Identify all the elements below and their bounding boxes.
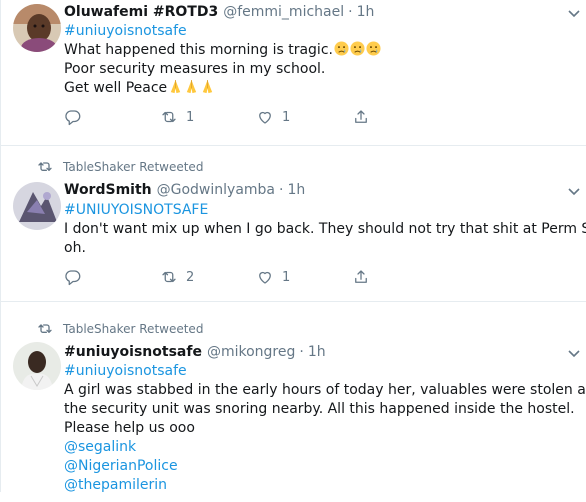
retweet-button[interactable]: 1	[160, 108, 256, 126]
tweet[interactable]: Oluwafemi #ROTD3 @femmi_michael · 1h #un…	[1, 0, 586, 146]
reply-icon	[65, 270, 81, 286]
retweet-icon	[162, 111, 176, 123]
text-line: Poor security measures in my school.	[64, 61, 326, 77]
retweet-button[interactable]: 2	[160, 268, 256, 286]
separator-dot: ·	[279, 182, 284, 198]
share-button[interactable]	[352, 108, 370, 126]
text-line: oh.	[64, 240, 86, 256]
retweet-icon	[38, 162, 52, 171]
heart-icon	[259, 271, 271, 284]
crying-face-icon	[334, 41, 349, 56]
avatar[interactable]	[13, 182, 61, 230]
avatar[interactable]	[13, 342, 61, 390]
like-count: 1	[282, 269, 291, 285]
chevron-down-icon[interactable]	[567, 6, 581, 20]
retweet-icon	[38, 324, 52, 333]
folded-hands-icon	[186, 79, 197, 94]
heart-icon	[259, 111, 271, 124]
user-handle[interactable]: @Godwinlyamba	[157, 182, 275, 198]
tweet-actions: 1 1	[64, 108, 370, 126]
mention-link[interactable]: @segalink	[64, 438, 577, 457]
tweet-text: #UNIUYOISNOTSAFE I don't want mix up whe…	[64, 201, 586, 258]
retweet-count: 1	[186, 109, 195, 125]
timestamp[interactable]: 1h	[357, 4, 375, 20]
separator-dot: ·	[299, 344, 304, 360]
folded-hands-icon	[170, 79, 181, 94]
tweet-header: #uniuyoisnotsafe @mikongreg · 1h	[64, 342, 567, 362]
text-line: I don't want mix up when I go back. They…	[64, 221, 586, 237]
retweet-icon	[162, 271, 176, 283]
tweet-text: #uniuyoisnotsafe A girl was stabbed in t…	[64, 362, 586, 495]
retweet-count: 2	[186, 269, 195, 285]
text-line: Please help us ooo	[64, 420, 195, 436]
user-handle[interactable]: @mikongreg	[207, 344, 295, 360]
separator-dot: ·	[348, 4, 353, 20]
tweet-text: #uniuyoisnotsafe What happened this morn…	[64, 22, 577, 98]
chevron-down-icon[interactable]	[567, 346, 581, 360]
timestamp[interactable]: 1h	[308, 344, 326, 360]
share-icon	[355, 110, 367, 123]
display-name[interactable]: #uniuyoisnotsafe	[64, 344, 202, 360]
tweet[interactable]: TableShaker Retweeted WordSmith @Godwinl…	[1, 146, 586, 302]
share-button[interactable]	[352, 268, 370, 286]
like-button[interactable]: 1	[256, 268, 352, 286]
crying-face-icon	[366, 41, 381, 56]
folded-hands-icon	[202, 79, 213, 94]
reply-button[interactable]	[64, 268, 160, 286]
like-button[interactable]: 1	[256, 108, 352, 126]
tweet-header: WordSmith @Godwinlyamba · 1h	[64, 180, 567, 200]
like-count: 1	[282, 109, 291, 125]
crying-face-icon	[350, 41, 365, 56]
tweet-actions: 2 1	[64, 268, 370, 286]
tweet-header: Oluwafemi #ROTD3 @femmi_michael · 1h	[64, 2, 567, 22]
chevron-down-icon[interactable]	[567, 184, 581, 198]
mention-link[interactable]: @NigerianPolice	[64, 457, 577, 476]
tweet[interactable]: TableShaker Retweeted #uniuyoisnotsafe @…	[1, 302, 586, 502]
avatar[interactable]	[13, 4, 61, 52]
text-line: Get well Peace	[64, 79, 577, 98]
text-line: A girl was stabbed in the early hours of…	[64, 382, 586, 398]
retweet-context: TableShaker Retweeted	[37, 160, 203, 174]
user-handle[interactable]: @femmi_michael	[223, 4, 344, 20]
retweet-context-label[interactable]: TableShaker Retweeted	[63, 160, 203, 174]
retweet-context-label[interactable]: TableShaker Retweeted	[63, 322, 203, 336]
hashtag-link[interactable]: #UNIUYOISNOTSAFE	[64, 201, 577, 220]
share-icon	[355, 270, 367, 283]
display-name[interactable]: WordSmith	[64, 182, 152, 198]
reply-icon	[65, 110, 81, 126]
retweet-context: TableShaker Retweeted	[37, 322, 203, 336]
display-name[interactable]: Oluwafemi #ROTD3	[64, 4, 218, 20]
hashtag-link[interactable]: #uniuyoisnotsafe	[64, 362, 577, 381]
timestamp[interactable]: 1h	[287, 182, 305, 198]
reply-button[interactable]	[64, 108, 160, 126]
text-line: the security unit was snoring nearby. Al…	[64, 401, 575, 417]
hashtag-link[interactable]: #uniuyoisnotsafe	[64, 22, 577, 41]
text-line: What happened this morning is tragic.	[64, 41, 577, 60]
timeline: Oluwafemi #ROTD3 @femmi_michael · 1h #un…	[0, 0, 586, 493]
mention-link[interactable]: @thepamilerin	[64, 476, 577, 495]
